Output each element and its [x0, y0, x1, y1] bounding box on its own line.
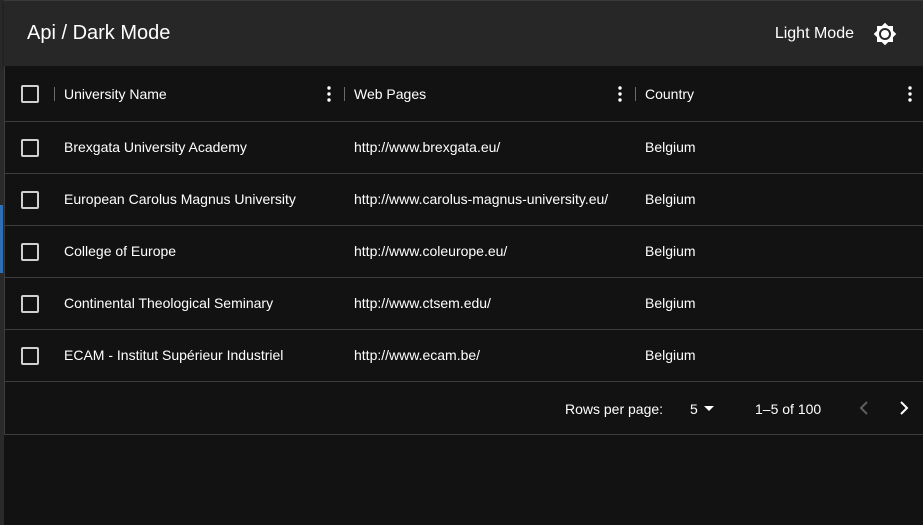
previous-page-button[interactable]	[852, 396, 876, 420]
rows-per-page-select[interactable]: 5	[690, 399, 714, 419]
table-header-row: University Name Web Pages Country	[5, 66, 923, 122]
more-vert-icon	[618, 86, 622, 102]
select-all-checkbox[interactable]	[21, 85, 39, 103]
window-edge-accent	[0, 205, 3, 273]
column-menu-button[interactable]	[900, 84, 920, 104]
table-row[interactable]: ECAM - Institut Supérieur Industriel htt…	[5, 330, 923, 382]
cell-web-page: http://www.ecam.be/	[354, 347, 481, 363]
chevron-right-icon	[900, 401, 909, 415]
cell-web-page: http://www.ctsem.edu/	[354, 295, 491, 311]
cell-university-name: European Carolus Magnus University	[64, 191, 296, 207]
cell-web-page: http://www.brexgata.eu/	[354, 139, 501, 155]
table-pagination: Rows per page: 5 1–5 of 100	[5, 382, 923, 434]
rows-per-page-value: 5	[690, 401, 698, 417]
next-page-button[interactable]	[892, 396, 916, 420]
cell-country: Belgium	[645, 139, 696, 155]
cell-country: Belgium	[645, 191, 696, 207]
rows-per-page-label: Rows per page:	[565, 401, 664, 417]
row-checkbox[interactable]	[21, 347, 39, 365]
app-title: Api / Dark Mode	[27, 22, 171, 44]
cell-country: Belgium	[645, 295, 696, 311]
column-header-university-name[interactable]: University Name	[64, 86, 167, 102]
cell-web-page: http://www.carolus-magnus-university.eu/	[354, 191, 609, 207]
row-checkbox[interactable]	[21, 295, 39, 313]
cell-university-name: Brexgata University Academy	[64, 139, 247, 155]
brightness-icon	[873, 22, 897, 46]
cell-country: Belgium	[645, 347, 696, 363]
column-separator[interactable]	[635, 87, 636, 101]
cell-web-page: http://www.coleurope.eu/	[354, 243, 508, 259]
theme-mode-label: Light Mode	[774, 25, 854, 42]
table-row[interactable]: College of Europe http://www.coleurope.e…	[5, 226, 923, 278]
arrow-drop-down-icon	[703, 406, 714, 411]
cell-university-name: College of Europe	[64, 243, 177, 259]
column-separator[interactable]	[344, 87, 345, 101]
cell-university-name: ECAM - Institut Supérieur Industriel	[64, 347, 284, 363]
chevron-left-icon	[859, 401, 868, 415]
row-checkbox[interactable]	[21, 139, 39, 157]
theme-toggle-button[interactable]	[872, 21, 898, 47]
pagination-range: 1–5 of 100	[755, 401, 822, 417]
column-header-web-pages[interactable]: Web Pages	[354, 86, 426, 102]
cell-country: Belgium	[645, 243, 696, 259]
more-vert-icon	[908, 86, 912, 102]
more-vert-icon	[327, 86, 331, 102]
table-row[interactable]: Brexgata University Academy http://www.b…	[5, 122, 923, 174]
data-grid: University Name Web Pages Country Brexga…	[4, 66, 923, 435]
column-menu-button[interactable]	[610, 84, 630, 104]
table-row[interactable]: European Carolus Magnus University http:…	[5, 174, 923, 226]
row-checkbox[interactable]	[21, 191, 39, 209]
row-checkbox[interactable]	[21, 243, 39, 261]
column-menu-button[interactable]	[319, 84, 339, 104]
table-row[interactable]: Continental Theological Seminary http://…	[5, 278, 923, 330]
cell-university-name: Continental Theological Seminary	[64, 295, 274, 311]
column-separator[interactable]	[54, 87, 55, 101]
column-header-country[interactable]: Country	[645, 86, 694, 102]
app-bar: Api / Dark Mode Light Mode	[4, 0, 923, 66]
